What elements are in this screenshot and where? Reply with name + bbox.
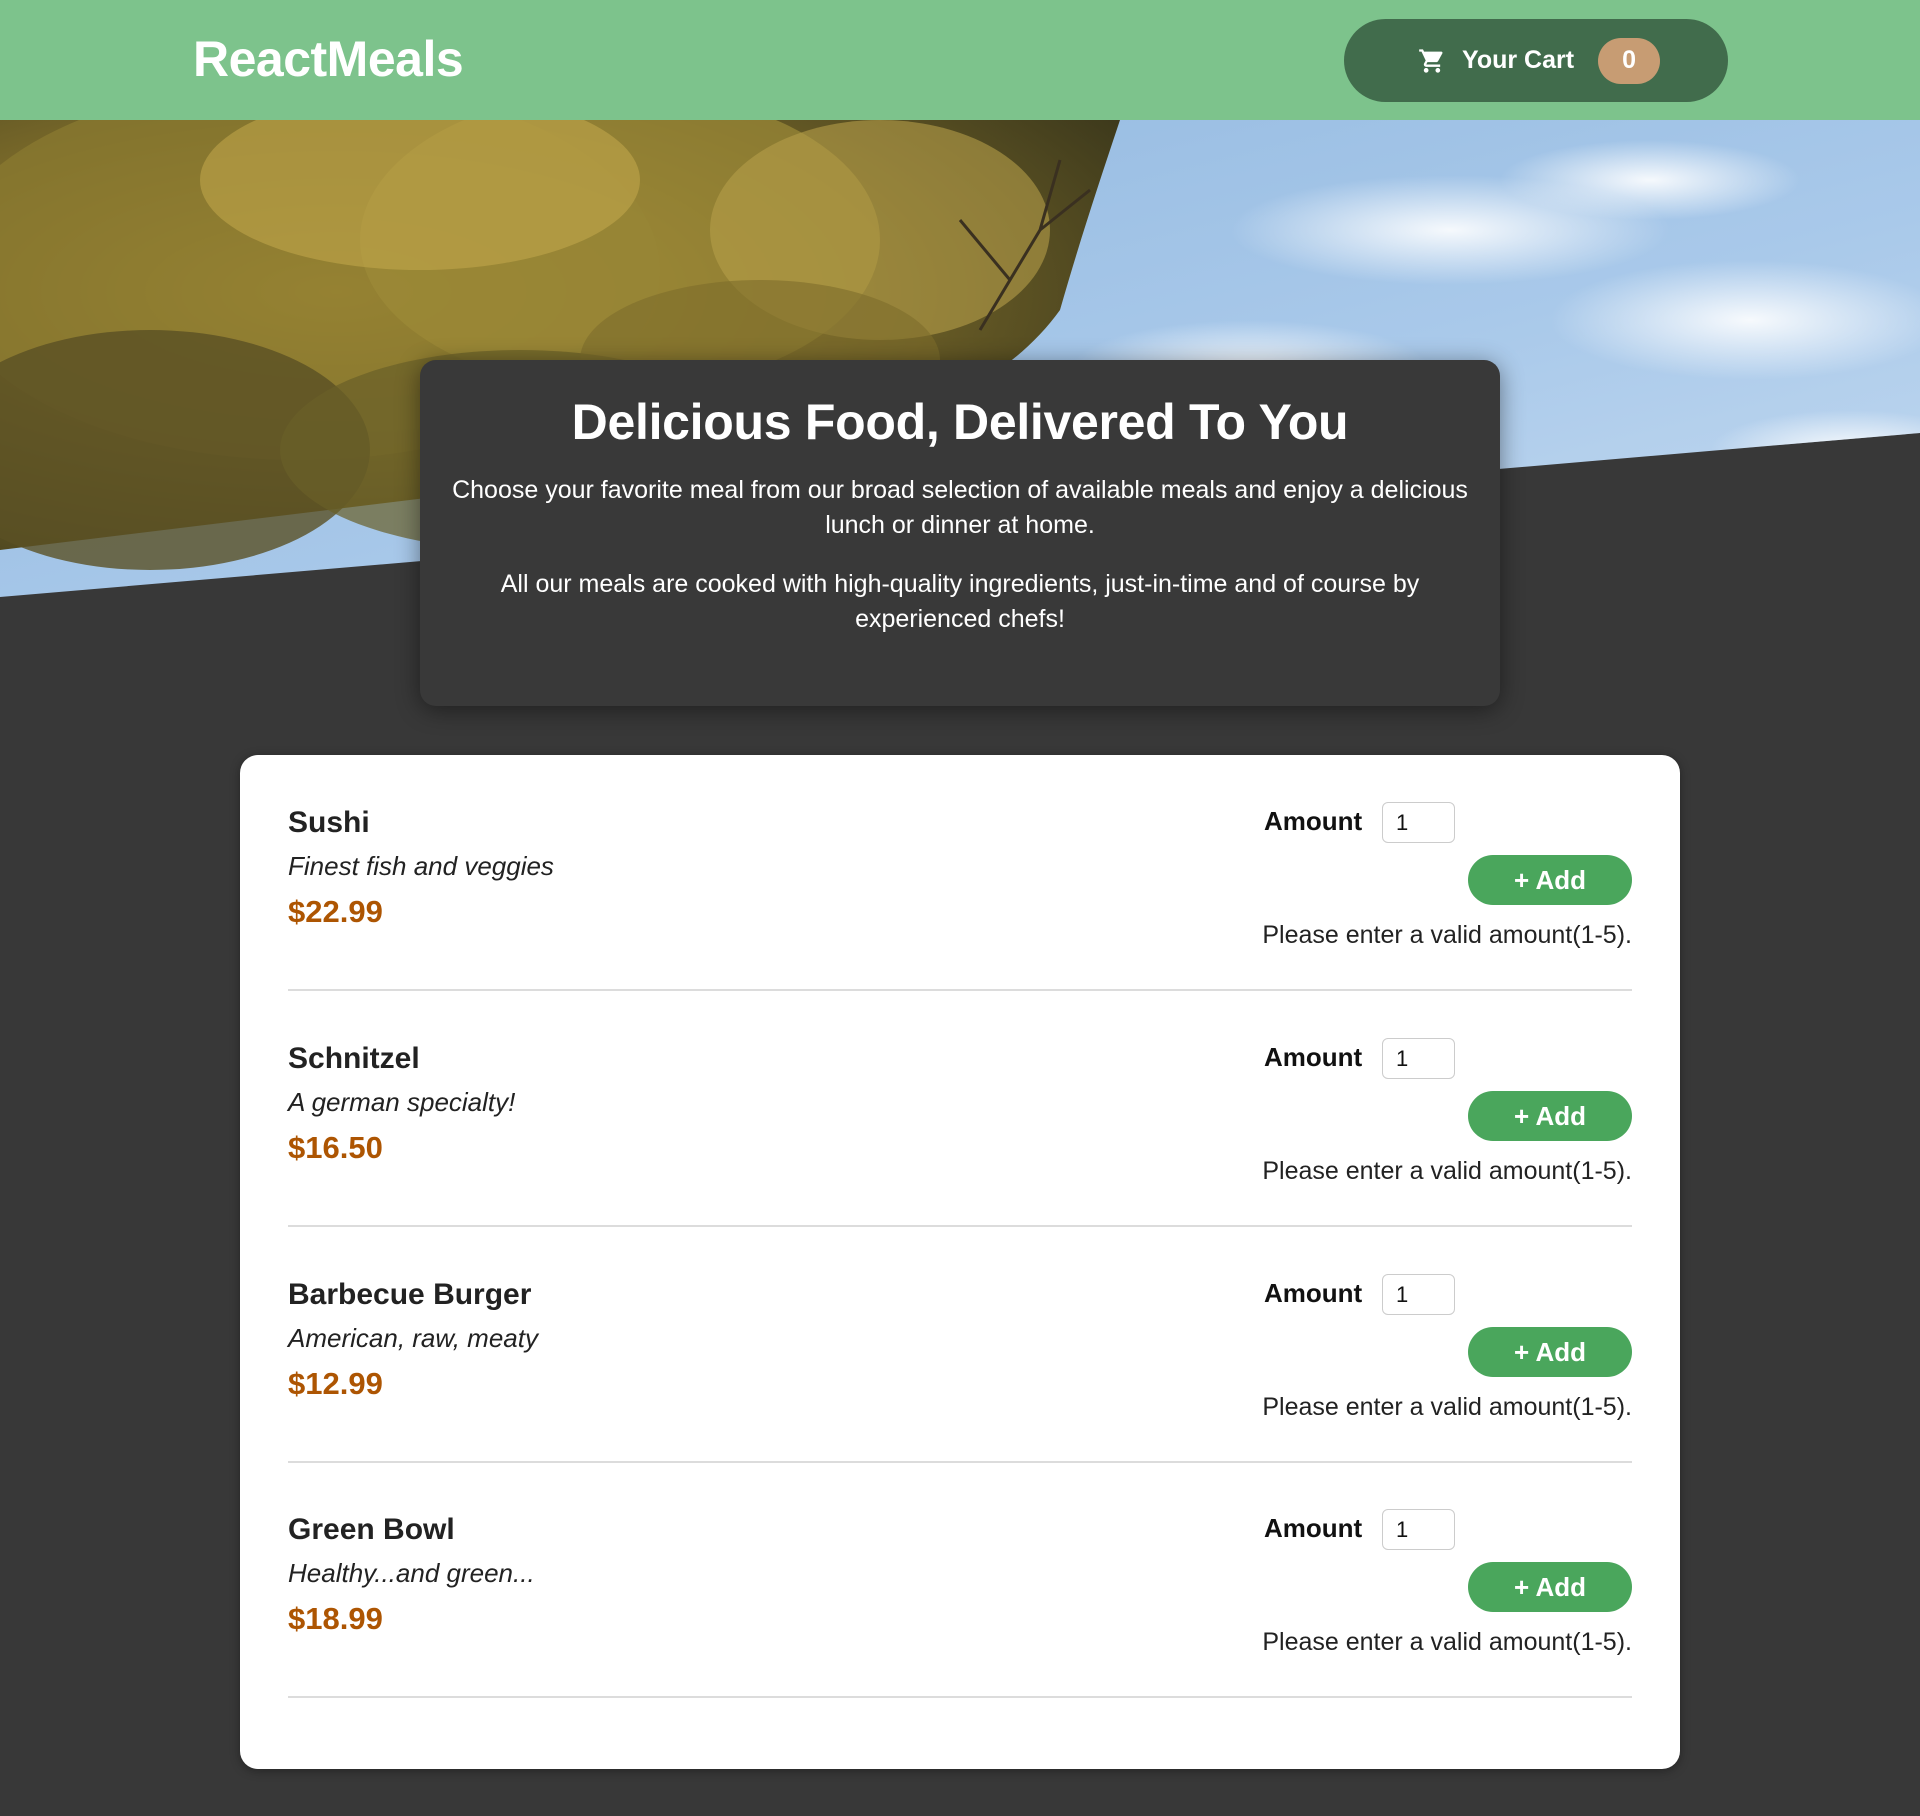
amount-error: Please enter a valid amount(1-5). <box>1262 1393 1632 1421</box>
meal-price: $22.99 <box>288 894 383 929</box>
amount-input[interactable] <box>1382 802 1455 843</box>
meal-item: Sushi Finest fish and veggies $22.99 Amo… <box>288 755 1632 991</box>
meal-name: Barbecue Burger <box>288 1278 532 1311</box>
amount-error: Please enter a valid amount(1-5). <box>1262 921 1632 949</box>
summary-paragraph: All our meals are cooked with high-quali… <box>500 570 1420 633</box>
meal-item: Green Bowl Healthy...and green... $18.99… <box>288 1462 1632 1698</box>
cart-count-badge: 0 <box>1598 37 1661 84</box>
amount-input[interactable] <box>1382 1274 1455 1315</box>
add-button[interactable]: + Add <box>1468 1091 1632 1141</box>
amount-label: Amount <box>1264 1513 1363 1543</box>
meal-price: $16.50 <box>288 1130 383 1165</box>
summary-paragraph: Choose your favorite meal from our broad… <box>452 476 1468 539</box>
amount-error: Please enter a valid amount(1-5). <box>1262 1157 1632 1185</box>
add-button[interactable]: + Add <box>1468 855 1632 905</box>
amount-input[interactable] <box>1382 1038 1455 1079</box>
amount-input[interactable] <box>1382 1509 1455 1550</box>
meal-description: American, raw, meaty <box>288 1323 538 1353</box>
summary-card: Delicious Food, Delivered To You Choose … <box>420 360 1500 706</box>
amount-label: Amount <box>1264 806 1363 836</box>
meal-name: Green Bowl <box>288 1513 455 1546</box>
shopping-cart-icon <box>1418 46 1448 76</box>
meal-price: $18.99 <box>288 1601 383 1636</box>
add-button[interactable]: + Add <box>1468 1327 1632 1377</box>
meal-price: $12.99 <box>288 1366 383 1401</box>
amount-label: Amount <box>1264 1278 1363 1308</box>
cart-label: Your Cart <box>1462 46 1575 74</box>
app-header: ReactMeals Your Cart 0 <box>0 0 1920 120</box>
amount-error: Please enter a valid amount(1-5). <box>1262 1628 1632 1656</box>
amount-label: Amount <box>1264 1042 1363 1072</box>
meal-description: Healthy...and green... <box>288 1558 535 1588</box>
meal-name: Schnitzel <box>288 1042 420 1075</box>
meal-description: A german specialty! <box>288 1087 516 1117</box>
meal-description: Finest fish and veggies <box>288 851 554 881</box>
add-button[interactable]: + Add <box>1468 1562 1632 1612</box>
brand-logo: ReactMeals <box>193 31 464 87</box>
summary-title: Delicious Food, Delivered To You <box>571 394 1349 450</box>
meal-item: Barbecue Burger American, raw, meaty $12… <box>288 1227 1632 1463</box>
meal-name: Sushi <box>288 806 370 839</box>
meals-list: Sushi Finest fish and veggies $22.99 Amo… <box>240 755 1680 1769</box>
meal-item: Schnitzel A german specialty! $16.50 Amo… <box>288 991 1632 1227</box>
cart-button[interactable]: Your Cart 0 <box>1344 19 1728 102</box>
